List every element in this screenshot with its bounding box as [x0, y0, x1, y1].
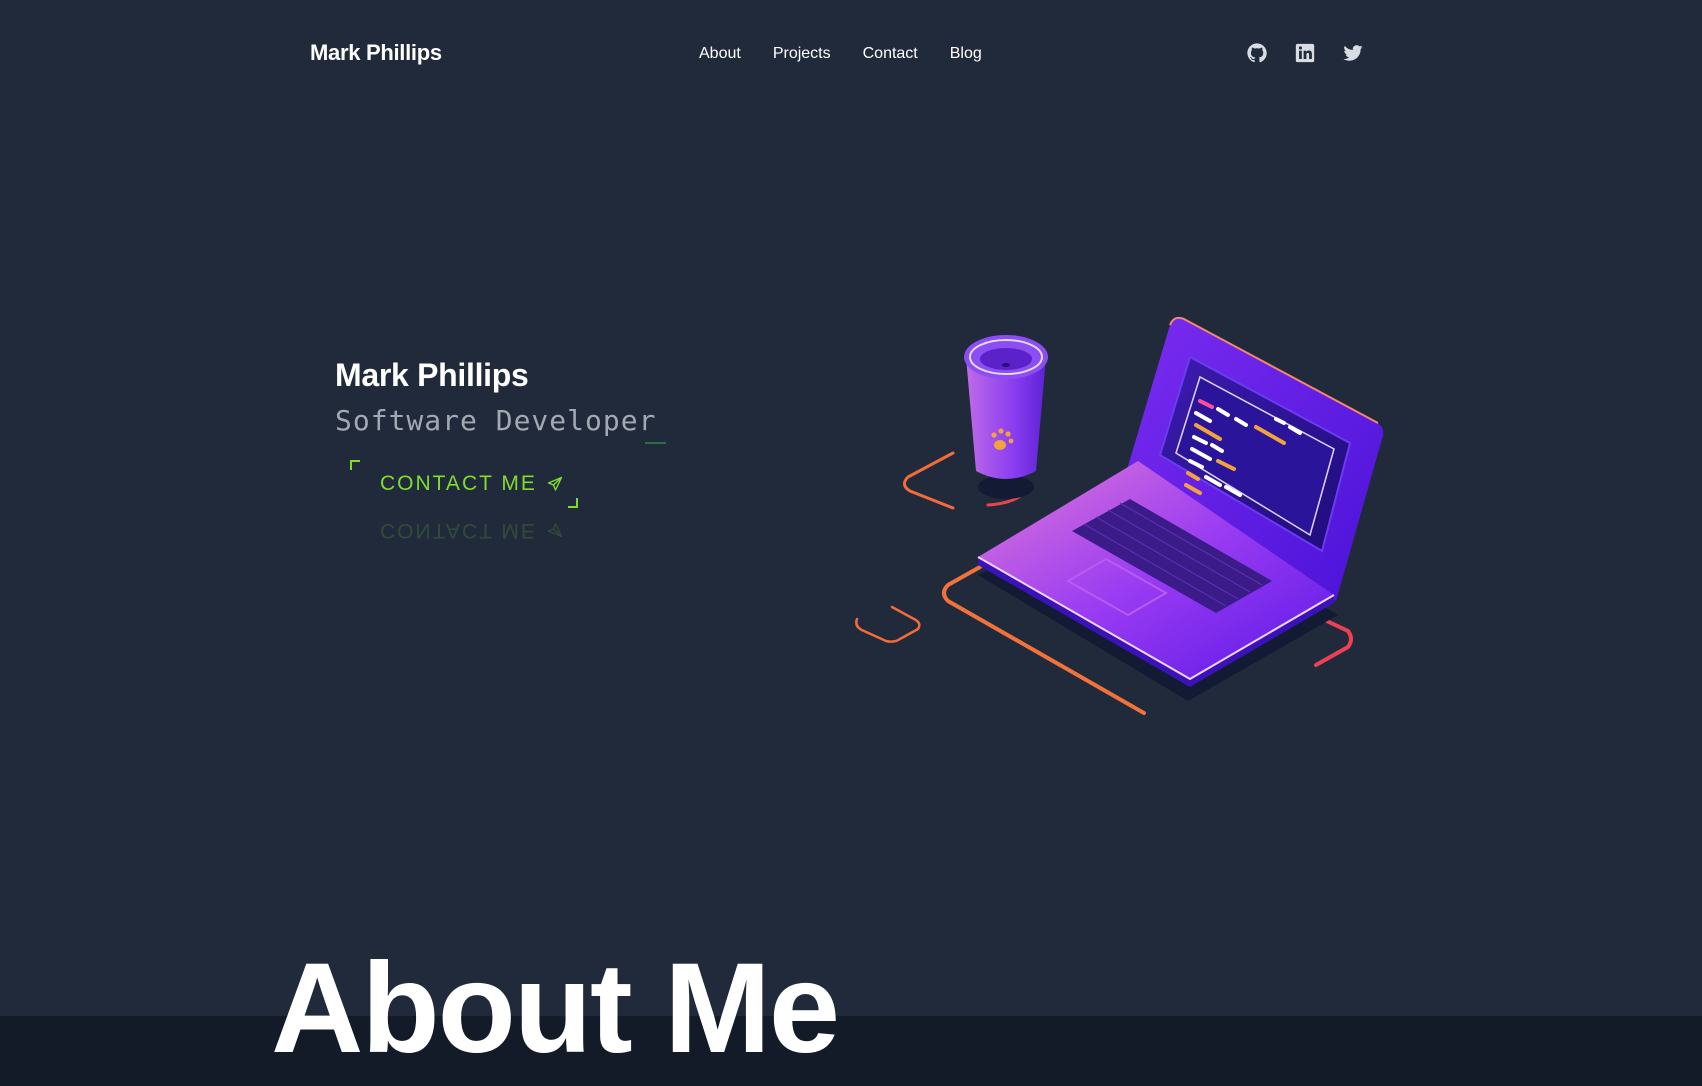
contact-button-frame: CONTACT ME	[348, 458, 580, 510]
twitter-icon[interactable]	[1342, 42, 1364, 64]
about-section-band	[0, 1016, 1702, 1086]
brand-logo[interactable]: Mark Phillips	[310, 40, 442, 66]
hero-name: Mark Phillips	[335, 357, 529, 393]
nav-links: About Projects Contact Blog	[699, 45, 982, 63]
navbar: Mark Phillips About Projects Contact Blo…	[0, 0, 1702, 112]
send-icon	[547, 476, 563, 491]
send-icon	[547, 523, 563, 538]
nav-link-projects[interactable]: Projects	[773, 45, 831, 63]
social-links	[1246, 42, 1364, 64]
linkedin-icon[interactable]	[1294, 42, 1316, 64]
about-heading: About Me	[271, 937, 840, 1080]
corner-bracket-bottom-right	[568, 498, 578, 508]
hero-role: Software Developer	[335, 404, 657, 437]
nav-link-blog[interactable]: Blog	[950, 45, 982, 63]
github-icon[interactable]	[1246, 42, 1268, 64]
contact-me-reflection-label: CONTACT ME	[380, 519, 537, 542]
contact-me-button[interactable]: CONTACT ME	[380, 472, 563, 496]
corner-bracket-top-left	[350, 460, 360, 470]
laptop-coffee-illustration	[855, 316, 1384, 715]
contact-button-reflection: CONTACT ME	[380, 518, 563, 542]
typing-cursor	[645, 442, 666, 444]
nav-link-about[interactable]: About	[699, 45, 741, 63]
contact-me-label: CONTACT ME	[380, 472, 537, 495]
nav-link-contact[interactable]: Contact	[863, 45, 918, 63]
